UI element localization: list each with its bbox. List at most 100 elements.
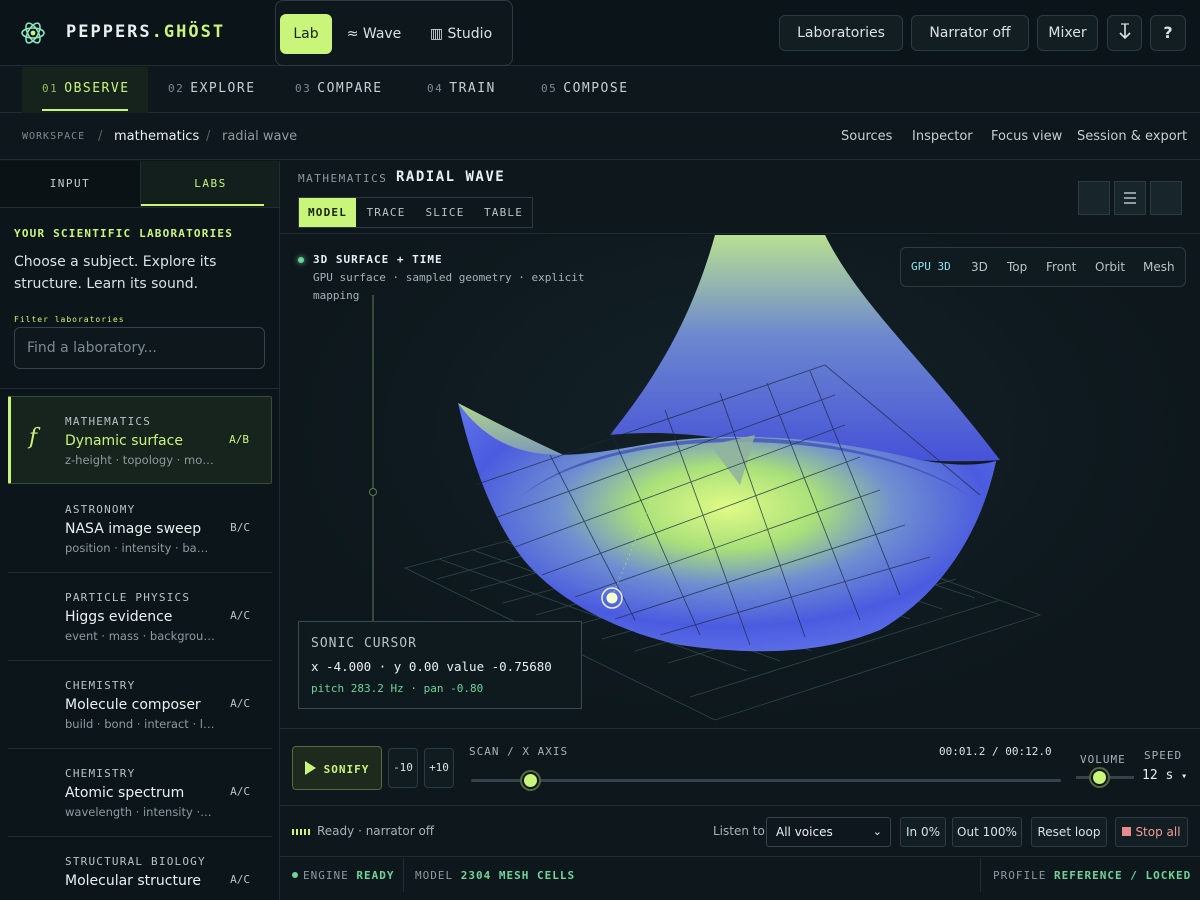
panel-list-button[interactable] [1114, 181, 1146, 215]
scan-slider-track[interactable] [471, 779, 1061, 782]
step-navigation: 01 OBSERVE 02 EXPLORE 03 COMPARE 04 TRAIN 05… [0, 67, 1200, 113]
sidebar: INPUT LABS YOUR SCIENTIFIC LABORATORIES … [0, 161, 280, 900]
camera-gpu3d[interactable]: GPU 3D [911, 248, 951, 286]
skip-forward-button[interactable]: +10 [424, 748, 454, 788]
narrator-toggle-button[interactable]: Narrator off [911, 15, 1029, 51]
step-compare[interactable]: 03 COMPARE [295, 67, 405, 113]
lab-tag: A/C [230, 873, 250, 886]
step-explore[interactable]: 02 EXPLORE [168, 67, 278, 113]
speed-select[interactable]: 12 s ▾ [1142, 768, 1187, 783]
atom-logo-icon [21, 22, 45, 44]
camera-front[interactable]: Front [1046, 248, 1076, 286]
lab-item-atomic-spectrum[interactable]: CHEMISTRY Atomic spectrum wavelength · i… [8, 749, 272, 837]
lab-item-dynamic-surface[interactable]: f MATHEMATICS Dynamic surface z-height ·… [8, 396, 272, 484]
panel-expand-button[interactable] [1150, 181, 1182, 215]
lab-item-molecule-composer[interactable]: CHEMISTRY Molecule composer build · bond… [8, 661, 272, 749]
download-button[interactable] [1107, 15, 1142, 51]
sonify-button[interactable]: SONIFY [292, 746, 382, 790]
divider [0, 207, 279, 208]
step-compose[interactable]: 05 COMPOSE [541, 67, 651, 113]
mixer-button[interactable]: Mixer [1037, 15, 1098, 51]
mode-wave-button[interactable]: ≈ Wave [342, 14, 406, 54]
filter-input[interactable] [14, 327, 265, 369]
transport-bar: SONIFY -10 +10 SCAN / X AXIS 00:01.2 / 0… [280, 728, 1200, 806]
lab-item-nasa-image-sweep[interactable]: ASTRONOMY NASA image sweep position · in… [8, 485, 272, 573]
profile-status: PROFILE REFERENCE / LOCKED [993, 869, 1192, 882]
focus-view-link[interactable]: Focus view [991, 129, 1062, 144]
lab-category: CHEMISTRY [65, 767, 136, 780]
filter-label: Filter laboratories [14, 315, 125, 324]
scan-label: SCAN / X AXIS [469, 745, 569, 758]
step-observe[interactable]: 01 OBSERVE [22, 67, 148, 113]
camera-top[interactable]: Top [1007, 248, 1027, 286]
camera-bar: GPU 3D 3D Top Front Orbit Mesh [900, 247, 1186, 287]
status-bar: ENGINE READY MODEL 2304 MESH CELLS PROFI… [280, 858, 1200, 892]
lab-tag: B/C [230, 521, 250, 534]
cursor-label: SONIC CURSOR [311, 636, 417, 651]
surface-viewport[interactable]: 3D SURFACE + TIME GPU surface · sampled … [280, 235, 1200, 728]
divider [403, 858, 404, 892]
lab-category: PARTICLE PHYSICS [65, 591, 191, 604]
engine-status-dot [292, 872, 298, 878]
step-train[interactable]: 04 TRAIN [427, 67, 517, 113]
cursor-audio: pitch 283.2 Hz · pan -0.80 [311, 682, 484, 695]
viewport-subtitle: GPU surface · sampled geometry · explici… [313, 271, 585, 302]
stop-all-button[interactable]: Stop all [1115, 817, 1188, 847]
panel-title: RADIAL WAVE [396, 169, 506, 185]
volume-slider-thumb[interactable] [1091, 769, 1108, 786]
tab-input[interactable]: INPUT [0, 161, 140, 207]
breadcrumb-workspace[interactable]: WORKSPACE [22, 131, 85, 142]
cursor-coordinates: x -4.000 · y 0.00 value -0.75680 [311, 659, 552, 674]
scan-slider-thumb[interactable] [521, 772, 539, 789]
camera-orbit[interactable]: Orbit [1095, 248, 1125, 286]
lab-category: STRUCTURAL BIOLOGY [65, 855, 206, 868]
skip-back-button[interactable]: -10 [388, 748, 418, 788]
tab-slice[interactable]: SLICE [416, 198, 474, 227]
lab-subtitle: position · intensity · bands [65, 541, 215, 555]
mode-lab-button[interactable]: Lab [280, 14, 332, 54]
lab-subtitle: wavelength · intensity · lines [65, 805, 215, 819]
panel-header: MATHEMATICS RADIAL WAVE MODEL TRACE SLIC… [280, 161, 1200, 234]
camera-3d[interactable]: 3D [971, 248, 988, 286]
lab-tag: A/C [230, 785, 250, 798]
tab-labs[interactable]: LABS [140, 161, 279, 207]
top-bar: PEPPERS.GHÖST Lab ≈ Wave ▥ Studio Labora… [0, 0, 1200, 66]
lab-tag: A/C [230, 697, 250, 710]
divider [980, 858, 981, 892]
laboratories-button[interactable]: Laboratories [779, 15, 903, 51]
lab-tag: A/B [229, 433, 249, 446]
lab-title: NASA image sweep [65, 521, 202, 537]
mode-studio-button[interactable]: ▥ Studio [424, 14, 498, 54]
lab-subtitle: event · mass · background [65, 629, 215, 643]
lab-category: ASTRONOMY [65, 503, 136, 516]
lab-title: Molecular structure [65, 873, 201, 889]
sources-link[interactable]: Sources [841, 129, 892, 144]
sidebar-heading: YOUR SCIENTIFIC LABORATORIES [14, 227, 234, 240]
tab-trace[interactable]: TRACE [357, 198, 415, 227]
voice-select[interactable]: All voices ⌄ [766, 817, 891, 847]
breadcrumb: WORKSPACE / mathematics / radial wave So… [0, 114, 1200, 160]
session-export-link[interactable]: Session & export [1077, 129, 1187, 144]
sonic-cursor-dot [606, 592, 618, 604]
fade-out-button[interactable]: Out 100% [952, 817, 1022, 847]
help-button[interactable]: ? [1150, 15, 1186, 51]
fade-in-button[interactable]: In 0% [900, 817, 946, 847]
ready-status: Ready · narrator off [317, 824, 435, 838]
lab-subtitle: z-height · topology · motion [65, 453, 215, 467]
reset-loop-button[interactable]: Reset loop [1031, 817, 1107, 847]
breadcrumb-current[interactable]: mathematics [114, 129, 199, 144]
panel-category: MATHEMATICS [298, 172, 388, 185]
tab-model[interactable]: MODEL [299, 198, 356, 227]
lab-tag: A/C [230, 609, 250, 622]
lab-item-molecular-structure[interactable]: STRUCTURAL BIOLOGY Molecular structure A… [8, 837, 272, 900]
lab-item-higgs-evidence[interactable]: PARTICLE PHYSICS Higgs evidence event · … [8, 573, 272, 661]
lab-title: Molecule composer [65, 697, 201, 713]
function-icon: f [29, 425, 38, 450]
camera-mesh[interactable]: Mesh [1143, 248, 1175, 286]
panel-action-button[interactable] [1078, 181, 1110, 215]
inspector-link[interactable]: Inspector [912, 129, 973, 144]
listen-label: Listen to [713, 824, 765, 838]
download-icon [1118, 23, 1131, 40]
tab-table[interactable]: TABLE [475, 198, 532, 227]
lab-title: Dynamic surface [65, 433, 183, 449]
